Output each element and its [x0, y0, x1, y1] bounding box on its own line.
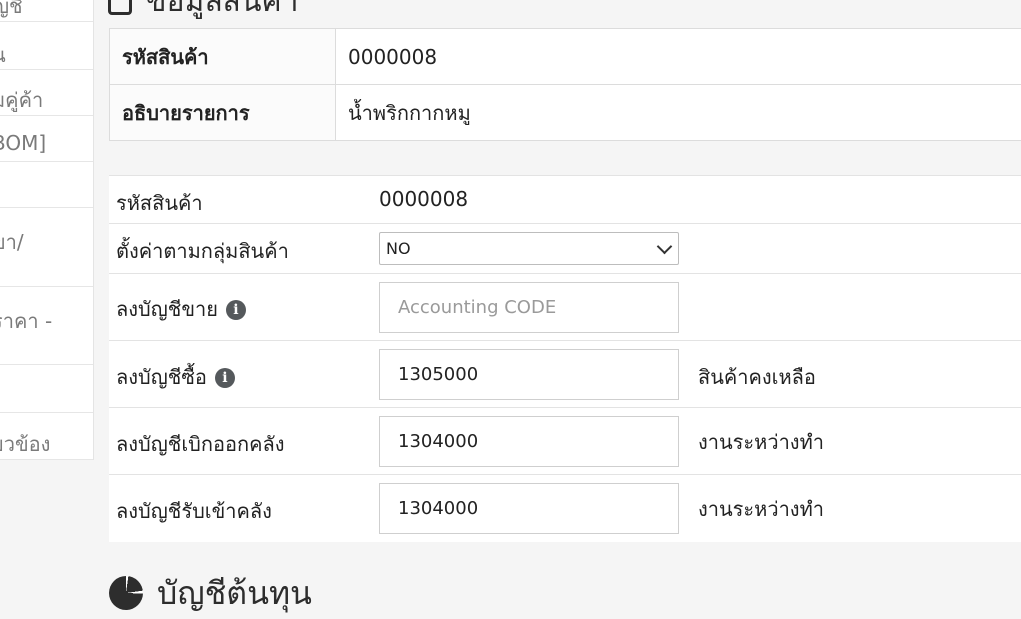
receive-account-input[interactable]: [379, 483, 679, 534]
group-setting-select[interactable]: NO: [379, 232, 679, 265]
form-row-withdraw: ลงบัญชีเบิกออกคลัง งานระหว่างทำ: [109, 408, 1021, 475]
sidebar-item-6[interactable]: ขา/: [0, 208, 93, 287]
form-row-group: ตั้งค่าตามกลุ่มสินค้า NO: [109, 224, 1021, 274]
sidebar-item-7[interactable]: ราคา -: [0, 287, 93, 365]
product-info-table: รหัสสินค้า 0000008 อธิบายรายการ น้ำพริกก…: [109, 28, 1021, 141]
sidebar-item-8[interactable]: [0, 365, 93, 413]
sidebar-item-3[interactable]: มคู่ค้า: [0, 70, 93, 116]
sidebar-item-9[interactable]: ยวข้อง: [0, 413, 93, 460]
chevron-down-icon: [657, 239, 673, 255]
accounting-form: รหัสสินค้า 0000008 ตั้งค่าตามกลุ่มสินค้า…: [109, 175, 1021, 542]
description-value: น้ำพริกกากหมู: [336, 85, 1021, 141]
group-setting-label: ตั้งค่าตามกลุ่มสินค้า: [116, 235, 289, 267]
form-row-code: รหัสสินค้า 0000008: [109, 176, 1021, 224]
sidebar-item-4[interactable]: BOM]: [0, 116, 93, 162]
product-code-label: รหัสสินค้า: [110, 29, 336, 85]
sidebar: ญชี น มคู่ค้า BOM] ขา/ ราคา - ยวข้อง: [0, 0, 94, 460]
form-row-receive: ลงบัญชีรับเข้าคลัง งานระหว่างทำ: [109, 475, 1021, 542]
pie-chart-icon: [109, 576, 143, 610]
withdraw-account-label: ลงบัญชีเบิกออกคลัง: [116, 428, 285, 460]
code-value: 0000008: [379, 187, 468, 211]
purchase-account-label: ลงบัญชีซื้อ: [116, 365, 207, 389]
receive-account-label: ลงบัญชีรับเข้าคลัง: [116, 495, 272, 527]
section-heading-cost-account: บัญชีต้นทุน: [109, 568, 312, 619]
product-code-value: 0000008: [336, 29, 1021, 85]
table-row: รหัสสินค้า 0000008: [110, 29, 1021, 85]
document-icon: [108, 0, 132, 15]
withdraw-account-input[interactable]: [379, 416, 679, 467]
info-icon[interactable]: i: [226, 300, 246, 320]
sidebar-item-2[interactable]: น: [0, 22, 93, 70]
table-row: อธิบายรายการ น้ำพริกกากหมู: [110, 85, 1021, 141]
sales-account-label: ลงบัญชีขาย: [116, 297, 218, 321]
section-heading-product: ข้อมูลสินค้า: [108, 0, 298, 12]
code-label: รหัสสินค้า: [116, 187, 203, 219]
receive-account-desc: งานระหว่างทำ: [698, 493, 824, 525]
sales-account-input[interactable]: [379, 282, 679, 333]
info-icon[interactable]: i: [215, 368, 235, 388]
form-row-purchase: ลงบัญชีซื้อ i สินค้าคงเหลือ: [109, 341, 1021, 408]
purchase-account-input[interactable]: [379, 349, 679, 400]
sidebar-item-1[interactable]: ญชี: [0, 0, 93, 22]
withdraw-account-desc: งานระหว่างทำ: [698, 426, 824, 458]
description-label: อธิบายรายการ: [110, 85, 336, 141]
purchase-account-desc: สินค้าคงเหลือ: [698, 361, 816, 393]
sidebar-item-5[interactable]: [0, 162, 93, 208]
form-row-sales: ลงบัญชีขาย i: [109, 274, 1021, 341]
